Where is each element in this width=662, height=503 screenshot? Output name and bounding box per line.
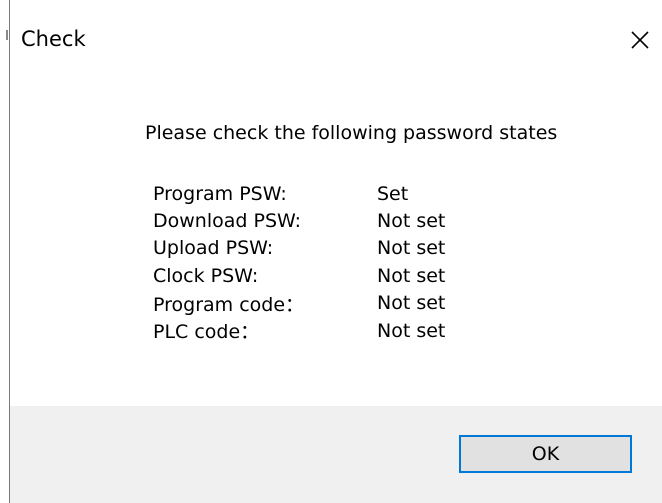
state-name: Program PSW: bbox=[153, 182, 287, 205]
state-name: Download PSW: bbox=[153, 210, 302, 233]
state-name: Program code： bbox=[153, 293, 305, 316]
ok-button[interactable]: OK bbox=[459, 435, 632, 473]
dialog-message: Please check the following password stat… bbox=[145, 122, 558, 144]
background-window-edge bbox=[0, 0, 10, 503]
password-states-list: Program PSW: Set Download PSW: Not set U… bbox=[153, 180, 445, 344]
state-value: Not set bbox=[377, 319, 446, 342]
close-button[interactable] bbox=[618, 18, 662, 62]
close-icon bbox=[631, 31, 649, 49]
state-row-plc-code: PLC code： Not set bbox=[153, 317, 445, 344]
dialog-footer: OK bbox=[10, 406, 662, 503]
state-name: Upload PSW: bbox=[153, 237, 274, 260]
state-row-upload-psw: Upload PSW: Not set bbox=[153, 235, 445, 262]
background-window-fragment bbox=[6, 30, 8, 40]
state-name: Clock PSW: bbox=[153, 264, 259, 287]
check-dialog: Check Please check the following passwor… bbox=[10, 0, 662, 503]
dialog-content: Please check the following password stat… bbox=[10, 84, 662, 406]
state-value: Not set bbox=[377, 210, 446, 233]
state-value: Set bbox=[377, 182, 409, 205]
dialog-title: Check bbox=[21, 27, 86, 51]
state-row-program-code: Program code： Not set bbox=[153, 290, 445, 317]
state-row-clock-psw: Clock PSW: Not set bbox=[153, 262, 445, 289]
state-name: PLC code： bbox=[153, 321, 260, 344]
title-bar[interactable]: Check bbox=[10, 0, 662, 84]
state-value: Not set bbox=[377, 264, 446, 287]
state-value: Not set bbox=[377, 237, 446, 260]
state-row-download-psw: Download PSW: Not set bbox=[153, 207, 445, 234]
state-value: Not set bbox=[377, 292, 446, 315]
state-row-program-psw: Program PSW: Set bbox=[153, 180, 445, 207]
